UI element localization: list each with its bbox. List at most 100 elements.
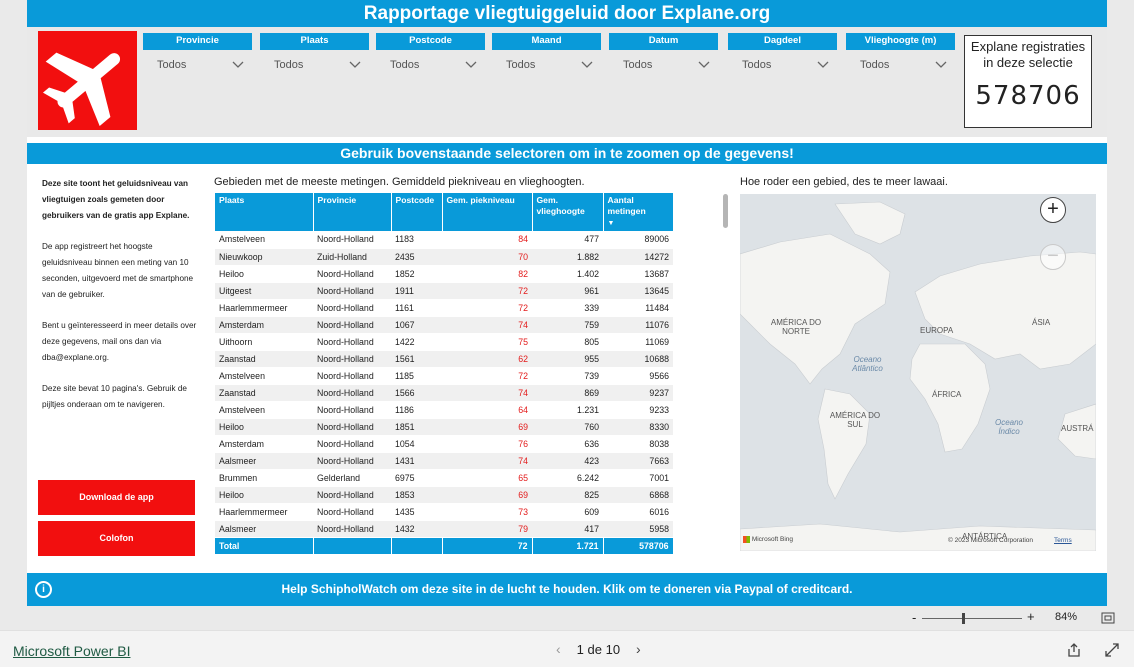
table-cell: 8038 bbox=[603, 435, 673, 453]
table-cell: 955 bbox=[532, 350, 603, 368]
slicer-plaats[interactable]: Plaats Todos bbox=[260, 33, 369, 78]
intro-paragraph: Deze site toont het geluidsniveau van vl… bbox=[42, 179, 190, 220]
table-row[interactable]: Haarlemmermeer Noord-Holland 1161 72 339 1148… bbox=[215, 299, 673, 317]
map-terms-link[interactable]: Terms bbox=[1054, 537, 1072, 544]
table-row[interactable]: Amstelveen Noord-Holland 1183 84 477 89006 bbox=[215, 231, 673, 249]
powerbi-link[interactable]: Microsoft Power BI bbox=[13, 643, 130, 659]
table-cell: 1422 bbox=[391, 333, 442, 351]
next-page-button[interactable]: › bbox=[620, 641, 657, 657]
card-label: Explane registraties in deze selectie bbox=[970, 39, 1086, 70]
table-cell: 1.402 bbox=[532, 265, 603, 283]
table-cell: 1853 bbox=[391, 486, 442, 504]
table-scrollbar[interactable] bbox=[723, 194, 728, 228]
table-cell: 759 bbox=[532, 316, 603, 334]
map-caption: Hoe roder een gebied, des te meer lawaai… bbox=[740, 176, 948, 188]
table-cell: 62 bbox=[442, 350, 532, 368]
table-row[interactable]: Heiloo Noord-Holland 1852 82 1.402 13687 bbox=[215, 265, 673, 283]
filter-zone: Provincie Todos Plaats Todos Postcode To… bbox=[27, 27, 1107, 137]
table-row[interactable]: Heiloo Noord-Holland 1853 69 825 6868 bbox=[215, 486, 673, 504]
chevron-down-icon bbox=[935, 61, 947, 68]
airplane-icon bbox=[42, 52, 121, 127]
table-cell: 74 bbox=[442, 384, 532, 402]
colofon-button[interactable]: Colofon bbox=[38, 521, 195, 556]
table-cell: 79 bbox=[442, 520, 532, 538]
table-row[interactable]: Zaanstad Noord-Holland 1561 62 955 10688 bbox=[215, 350, 673, 368]
fit-to-page-icon[interactable] bbox=[1101, 612, 1115, 624]
table-cell: 7663 bbox=[603, 452, 673, 470]
table-cell: 760 bbox=[532, 418, 603, 436]
table-cell: 13687 bbox=[603, 265, 673, 283]
table-row[interactable]: Nieuwkoop Zuid-Holland 2435 70 1.882 14272 bbox=[215, 248, 673, 266]
slicer-vlieghoogte[interactable]: Vlieghoogte (m) Todos bbox=[846, 33, 955, 78]
table-row[interactable]: Amsterdam Noord-Holland 1054 76 636 8038 bbox=[215, 435, 673, 453]
column-header[interactable]: Gem. piekniveau bbox=[442, 193, 533, 231]
share-icon[interactable] bbox=[1066, 642, 1082, 658]
map-label: Oceano Atlântico bbox=[852, 355, 883, 373]
column-header[interactable]: Plaats bbox=[215, 193, 314, 231]
slicer-dropdown[interactable]: Todos bbox=[728, 54, 837, 78]
column-header-label: Aantal metingen bbox=[607, 195, 646, 216]
slicer-postcode[interactable]: Postcode Todos bbox=[376, 33, 485, 78]
table-cell: 11069 bbox=[603, 333, 673, 351]
table-cell: Noord-Holland bbox=[313, 265, 391, 283]
slicer-datum[interactable]: Datum Todos bbox=[609, 33, 718, 78]
card-value: 578706 bbox=[975, 81, 1081, 111]
table-row[interactable]: Haarlemmermeer Noord-Holland 1435 73 609 6016 bbox=[215, 503, 673, 521]
table-cell: 339 bbox=[532, 299, 603, 317]
slicer-label: Postcode bbox=[376, 33, 485, 50]
slicer-dagdeel[interactable]: Dagdeel Todos bbox=[728, 33, 837, 78]
column-header[interactable]: Gem. vlieghoogte bbox=[532, 193, 604, 231]
zoom-slider-handle[interactable] bbox=[962, 613, 965, 624]
table-cell: 72 bbox=[442, 299, 532, 317]
map-zoom-out-button[interactable]: − bbox=[1040, 244, 1066, 270]
column-header[interactable]: Provincie bbox=[313, 193, 392, 231]
zoom-level: 84% bbox=[1055, 611, 1078, 623]
intro-paragraph: De app registreert het hoogste geluidsni… bbox=[42, 242, 194, 299]
slicer-dropdown[interactable]: Todos bbox=[846, 54, 955, 78]
previous-page-button[interactable]: ‹ bbox=[540, 641, 577, 657]
slicer-dropdown[interactable]: Todos bbox=[492, 54, 601, 78]
noise-map[interactable]: AMÉRICA DO NORTE EUROPA ÁSIA Oceano Atlâ… bbox=[740, 194, 1096, 551]
download-app-button[interactable]: Download de app bbox=[38, 480, 195, 515]
table-row[interactable]: Heiloo Noord-Holland 1851 69 760 8330 bbox=[215, 418, 673, 436]
table-cell: 2435 bbox=[391, 248, 442, 266]
measurements-table[interactable]: Plaats Provincie Postcode Gem. pieknivea… bbox=[215, 193, 674, 554]
table-row[interactable]: Aalsmeer Noord-Holland 1432 79 417 5958 bbox=[215, 520, 673, 538]
slicer-dropdown[interactable]: Todos bbox=[143, 54, 252, 78]
table-row[interactable]: Amstelveen Noord-Holland 1186 64 1.231 9233 bbox=[215, 401, 673, 419]
table-cell: 1067 bbox=[391, 316, 442, 334]
slicer-dropdown[interactable]: Todos bbox=[376, 54, 485, 78]
table-total-row: Total 72 1.721 578706 bbox=[215, 537, 674, 554]
fullscreen-icon[interactable] bbox=[1104, 642, 1120, 658]
map-zoom-in-button[interactable]: + bbox=[1040, 197, 1066, 223]
zoom-out-button[interactable]: - bbox=[912, 610, 916, 625]
donate-banner[interactable]: i Help SchipholWatch om deze site in de … bbox=[27, 573, 1107, 606]
table-row[interactable]: Uitgeest Noord-Holland 1911 72 961 13645 bbox=[215, 282, 673, 300]
slicer-maand[interactable]: Maand Todos bbox=[492, 33, 601, 78]
slicer-label: Dagdeel bbox=[728, 33, 837, 50]
zoom-slider[interactable] bbox=[922, 613, 1022, 624]
slicer-provincie[interactable]: Provincie Todos bbox=[143, 33, 252, 78]
map-label: AMÉRICA DO SUL bbox=[829, 411, 881, 429]
slicer-dropdown[interactable]: Todos bbox=[260, 54, 369, 78]
table-cell: 69 bbox=[442, 418, 532, 436]
chevron-down-icon bbox=[349, 61, 361, 68]
table-cell: Noord-Holland bbox=[313, 299, 391, 317]
donate-text: Help SchipholWatch om deze site in de lu… bbox=[281, 582, 853, 596]
table-row[interactable]: Brummen Gelderland 6975 65 6.242 7001 bbox=[215, 469, 673, 487]
column-header-sorted[interactable]: Aantal metingen ▼ bbox=[603, 193, 674, 231]
map-label: ÁSIA bbox=[1032, 318, 1051, 327]
column-header[interactable]: Postcode bbox=[391, 193, 443, 231]
table-cell: 5958 bbox=[603, 520, 673, 538]
table-row[interactable]: Amsterdam Noord-Holland 1067 74 759 11076 bbox=[215, 316, 673, 334]
slicer-dropdown[interactable]: Todos bbox=[609, 54, 718, 78]
table-row[interactable]: Uithoorn Noord-Holland 1422 75 805 11069 bbox=[215, 333, 673, 351]
table-cell: 825 bbox=[532, 486, 603, 504]
table-row[interactable]: Zaanstad Noord-Holland 1566 74 869 9237 bbox=[215, 384, 673, 402]
table-row[interactable]: Aalsmeer Noord-Holland 1431 74 423 7663 bbox=[215, 452, 673, 470]
zoom-in-button[interactable]: + bbox=[1027, 609, 1035, 624]
table-cell: Haarlemmermeer bbox=[215, 299, 313, 317]
table-row[interactable]: Amstelveen Noord-Holland 1185 72 739 9566 bbox=[215, 367, 673, 385]
table-caption: Gebieden met de meeste metingen. Gemidde… bbox=[214, 176, 585, 188]
table-cell: Noord-Holland bbox=[313, 384, 391, 402]
